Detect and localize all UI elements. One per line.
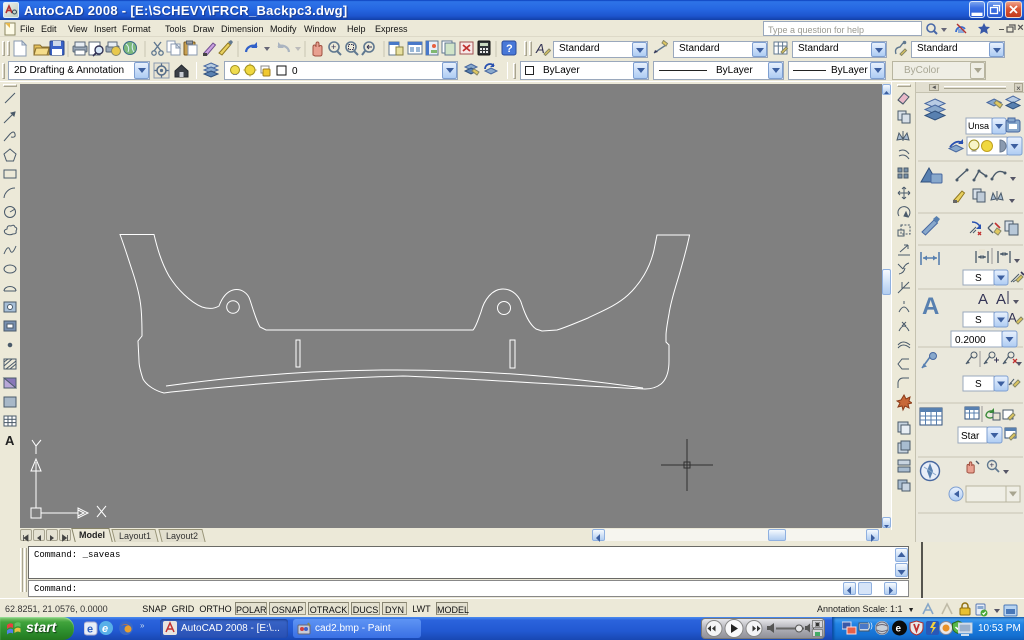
svg-text:A: A <box>535 41 545 56</box>
svg-text:e: e <box>87 624 93 636</box>
svg-text:0.2000: 0.2000 <box>955 335 986 346</box>
svg-text:S: S <box>975 379 982 390</box>
svg-text:A: A <box>1008 310 1017 325</box>
svg-text:A: A <box>5 433 15 448</box>
svg-text:S: S <box>975 315 982 326</box>
svg-text:S: S <box>975 273 982 284</box>
svg-text:e: e <box>896 624 902 635</box>
svg-text:A: A <box>996 291 1006 308</box>
svg-text:»: » <box>140 621 145 630</box>
svg-text:A: A <box>922 293 939 320</box>
svg-text:?: ? <box>506 43 513 55</box>
svg-text:e: e <box>102 623 108 635</box>
svg-text:Unsa: Unsa <box>968 121 989 131</box>
svg-text:A: A <box>978 291 988 308</box>
svg-text:Star: Star <box>961 431 980 442</box>
svg-text:+: + <box>331 42 336 52</box>
svg-text:+: + <box>990 461 995 470</box>
svg-text:)): )) <box>868 623 873 630</box>
